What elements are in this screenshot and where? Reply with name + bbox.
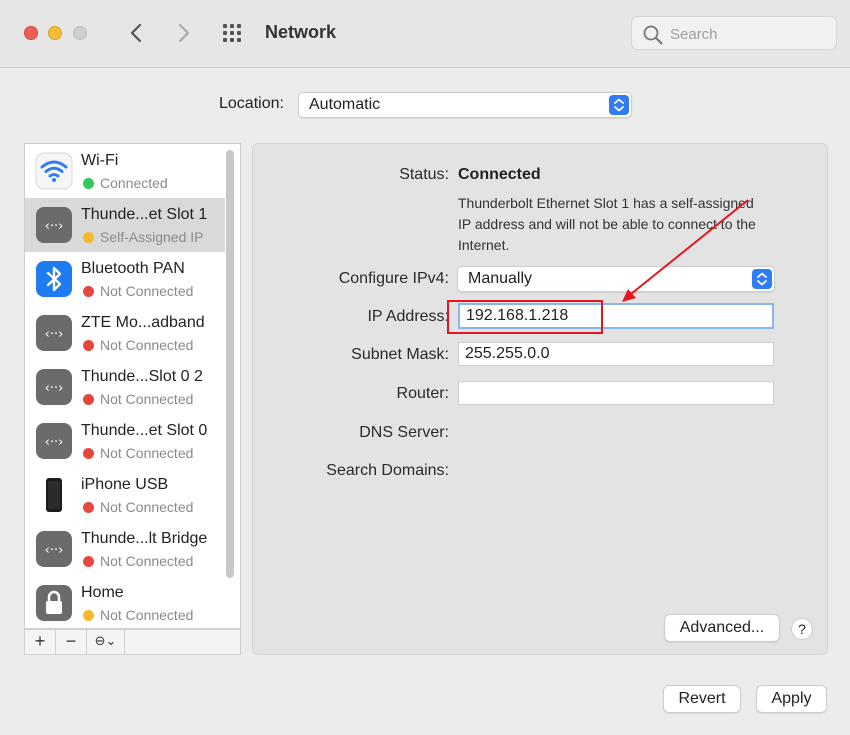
chevron-right-icon xyxy=(178,23,190,43)
service-item-thunderbolt-bridge[interactable]: ‹··› Thunde...lt Bridge Not Connected xyxy=(25,522,225,576)
chevron-left-icon xyxy=(130,23,142,43)
status-dot xyxy=(83,556,94,567)
service-status: Connected xyxy=(100,175,168,191)
back-button[interactable] xyxy=(124,20,150,46)
annotation-arrow xyxy=(622,199,749,302)
action-menu-button[interactable]: ⊖⌄ xyxy=(87,630,125,654)
zoom-window-button[interactable] xyxy=(73,26,87,40)
bluetooth-icon xyxy=(36,261,72,297)
annotation-highlight-box xyxy=(447,300,603,334)
search-input[interactable] xyxy=(670,23,830,45)
ethernet-icon: ‹··› xyxy=(36,531,72,567)
service-status: Not Connected xyxy=(100,337,194,353)
configure-ipv4-label: Configure IPv4: xyxy=(338,270,449,287)
subnet-mask-field[interactable] xyxy=(458,342,774,366)
service-name: Wi-Fi xyxy=(81,152,119,169)
service-name: Thunde...lt Bridge xyxy=(81,530,208,547)
status-dot xyxy=(83,178,94,189)
remove-service-button[interactable]: − xyxy=(56,630,87,654)
configure-ipv4-value: Manually xyxy=(468,270,533,287)
service-item-thunderbolt-slot-1[interactable]: ‹··› Thunde...et Slot 1 Self-Assigned IP xyxy=(25,198,225,252)
ethernet-icon: ‹··› xyxy=(36,369,72,405)
help-button[interactable]: ? xyxy=(791,618,813,640)
subnet-mask-label: Subnet Mask: xyxy=(351,346,449,363)
status-dot xyxy=(83,394,94,405)
service-list-scrollbar[interactable] xyxy=(226,150,234,578)
lock-icon xyxy=(36,585,72,621)
service-status: Self-Assigned IP xyxy=(100,229,204,245)
svg-text:‹··›: ‹··› xyxy=(45,381,64,396)
svg-text:‹··›: ‹··› xyxy=(45,327,64,342)
status-value: Connected xyxy=(458,166,541,183)
show-all-grid-icon[interactable] xyxy=(223,24,245,44)
search-box[interactable] xyxy=(631,16,837,50)
svg-text:‹··›: ‹··› xyxy=(45,543,64,558)
service-status: Not Connected xyxy=(100,607,194,623)
service-status: Not Connected xyxy=(100,553,194,569)
service-name: Bluetooth PAN xyxy=(81,260,185,277)
router-field[interactable] xyxy=(458,381,774,405)
service-item-wifi[interactable]: Wi-Fi Connected xyxy=(25,144,225,198)
service-name: ZTE Mo...adband xyxy=(81,314,205,331)
svg-text:‹··›: ‹··› xyxy=(45,435,64,450)
service-item-thunderbolt-slot-0[interactable]: ‹··› Thunde...et Slot 0 Not Connected xyxy=(25,414,225,468)
service-item-thunderbolt-slot-0-2[interactable]: ‹··› Thunde...Slot 0 2 Not Connected xyxy=(25,360,225,414)
status-label: Status: xyxy=(399,166,449,183)
service-name: Thunde...Slot 0 2 xyxy=(81,368,203,385)
apply-button[interactable]: Apply xyxy=(756,685,827,713)
ethernet-icon: ‹··› xyxy=(36,423,72,459)
service-name: Home xyxy=(81,584,124,601)
dns-server-label: DNS Server: xyxy=(359,424,449,441)
location-value: Automatic xyxy=(309,96,381,113)
service-name: iPhone USB xyxy=(81,476,169,493)
service-item-iphone-usb[interactable]: iPhone USB Not Connected xyxy=(25,468,225,522)
service-list: Wi-Fi Connected ‹··› Thunde...et Slot 1 … xyxy=(24,143,241,629)
close-window-button[interactable] xyxy=(24,26,38,40)
advanced-button[interactable]: Advanced... xyxy=(664,614,780,642)
forward-button[interactable] xyxy=(170,20,196,46)
title-bar: Network xyxy=(0,0,850,68)
status-dot xyxy=(83,286,94,297)
service-list-toolbar: + − ⊖⌄ xyxy=(24,629,241,655)
minimize-window-button[interactable] xyxy=(48,26,62,40)
ethernet-icon: ‹··› xyxy=(36,207,72,243)
status-dot xyxy=(83,502,94,513)
add-service-button[interactable]: + xyxy=(25,630,56,654)
service-name: Thunde...et Slot 1 xyxy=(81,206,208,223)
revert-button[interactable]: Revert xyxy=(663,685,741,713)
status-dot xyxy=(83,232,94,243)
ip-address-label: IP Address: xyxy=(367,308,449,325)
window-title: Network xyxy=(265,22,337,42)
service-status: Not Connected xyxy=(100,391,194,407)
status-dot xyxy=(83,448,94,459)
service-status: Not Connected xyxy=(100,499,194,515)
search-icon xyxy=(643,25,663,45)
up-down-arrows-icon xyxy=(609,95,629,115)
iphone-icon xyxy=(46,478,62,512)
search-domains-label: Search Domains: xyxy=(326,462,449,479)
service-name: Thunde...et Slot 0 xyxy=(81,422,208,439)
service-status: Not Connected xyxy=(100,445,194,461)
router-label: Router: xyxy=(396,385,449,402)
wifi-icon xyxy=(35,152,73,190)
service-status: Not Connected xyxy=(100,283,194,299)
service-item-bluetooth-pan[interactable]: Bluetooth PAN Not Connected xyxy=(25,252,225,306)
location-label: Location: xyxy=(219,95,284,112)
service-item-zte-broadband[interactable]: ‹··› ZTE Mo...adband Not Connected xyxy=(25,306,225,360)
status-dot xyxy=(83,340,94,351)
svg-text:‹··›: ‹··› xyxy=(45,219,64,234)
location-popup[interactable]: Automatic xyxy=(298,92,632,118)
service-item-home[interactable]: Home Not Connected xyxy=(25,576,225,628)
status-dot xyxy=(83,610,94,621)
ethernet-icon: ‹··› xyxy=(36,315,72,351)
